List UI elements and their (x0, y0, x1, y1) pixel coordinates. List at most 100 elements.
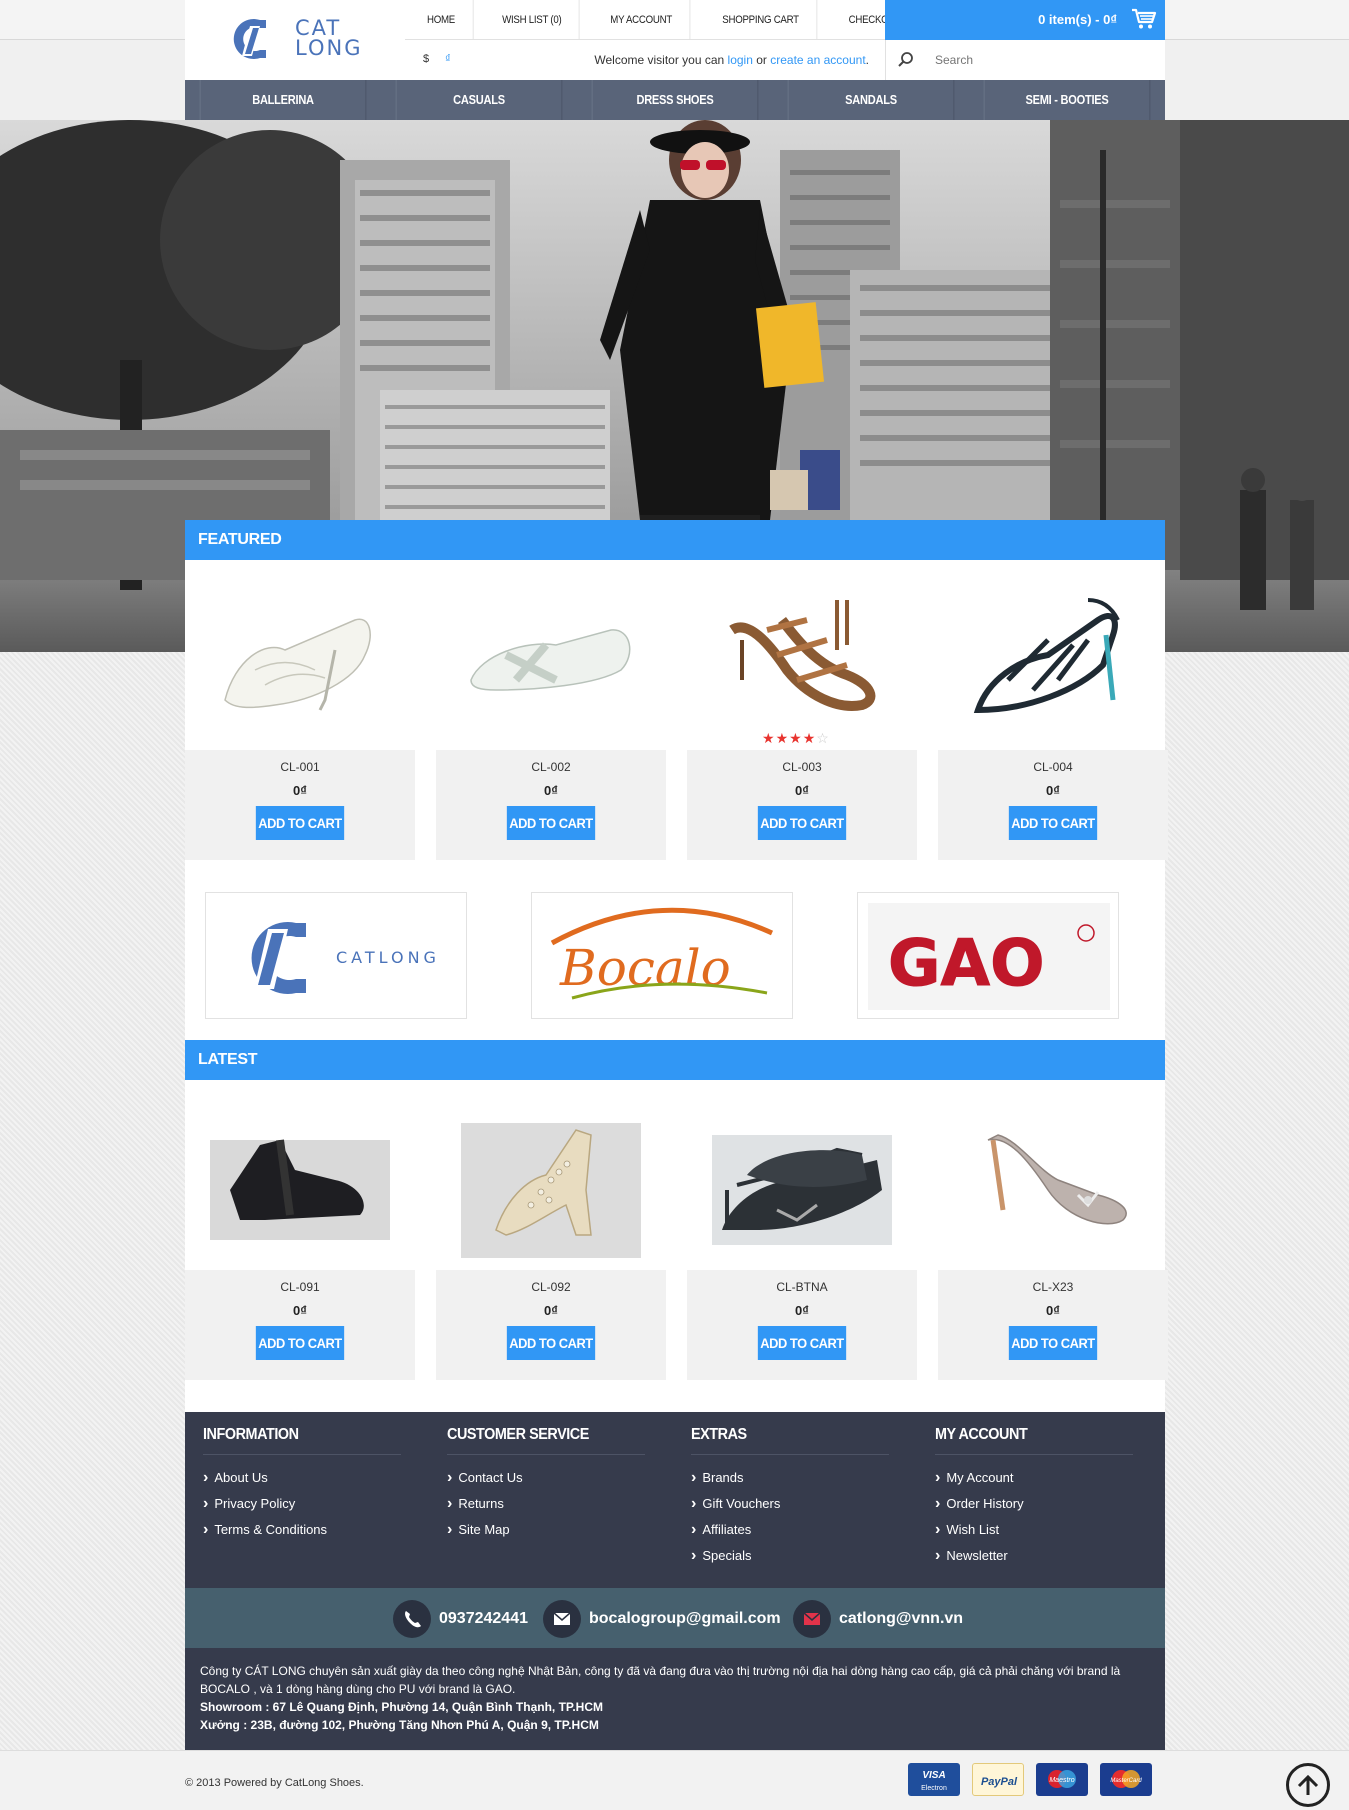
search-button[interactable] (885, 40, 925, 80)
footer-link-privacy-policy[interactable]: Privacy Policy (203, 1491, 423, 1517)
footer-column-information: INFORMATION About Us Privacy Policy Term… (203, 1426, 423, 1543)
scroll-to-top-icon[interactable] (1286, 1763, 1330, 1807)
nav-my-account[interactable]: MY ACCOUNT (593, 0, 691, 40)
logo-line2: LONG (295, 36, 363, 60)
footer-column-customer-service: CUSTOMER SERVICE Contact Us Returns Site… (447, 1426, 667, 1543)
product-image[interactable] (938, 1080, 1168, 1260)
product-image[interactable] (185, 560, 415, 740)
product-image[interactable] (436, 560, 666, 740)
footer-column-extras: EXTRAS Brands Gift Vouchers Affiliates S… (691, 1426, 911, 1569)
product-name[interactable]: CL-004 (938, 760, 1168, 774)
product-image[interactable] (185, 1080, 415, 1260)
add-to-cart-button[interactable]: ADD TO CART (757, 1326, 847, 1360)
star-empty-icon: ☆ (816, 730, 830, 746)
currency-usd[interactable]: $ (423, 53, 429, 65)
email-address: catlong@vnn.vn (839, 1610, 964, 1628)
footer-heading: CUSTOMER SERVICE (447, 1426, 645, 1455)
footer-link-wish-list[interactable]: Wish List (935, 1517, 1155, 1543)
svg-text:MasterCard: MasterCard (1110, 1778, 1142, 1784)
product-name[interactable]: CL-002 (436, 760, 666, 774)
bottom-bar: © 2013 Powered by CatLong Shoes. VISA Ele… (0, 1750, 1349, 1810)
footer-column-my-account: MY ACCOUNT My Account Order History Wish… (935, 1426, 1155, 1569)
add-to-cart-button[interactable]: ADD TO CART (506, 1326, 596, 1360)
header-utility-row: $ ₫ Welcome visitor you can login or cre… (405, 40, 885, 80)
brand-name: CATLONG (336, 948, 440, 967)
currency-vnd[interactable]: ₫ (445, 53, 451, 65)
footer-link-site-map[interactable]: Site Map (447, 1517, 667, 1543)
footer-link-contact-us[interactable]: Contact Us (447, 1465, 667, 1491)
footer-link-specials[interactable]: Specials (691, 1543, 911, 1569)
welcome-message: Welcome visitor you can login or create … (594, 53, 869, 67)
brand-logo-catlong[interactable]: CATLONG (205, 892, 467, 1019)
category-sandals[interactable]: SANDALS (787, 80, 955, 120)
cart-summary-button[interactable]: 0 item(s) - 0₫ (885, 0, 1165, 40)
login-link[interactable]: login (728, 53, 753, 67)
copyright: © 2013 Powered by CatLong Shoes. (185, 1777, 364, 1789)
product-name[interactable]: CL-092 (436, 1280, 666, 1294)
footer-link-newsletter[interactable]: Newsletter (935, 1543, 1155, 1569)
rating-stars: ★★★★☆ (762, 730, 830, 747)
product-name[interactable]: CL-003 (687, 760, 917, 774)
svg-text:Electron: Electron (921, 1785, 947, 1792)
product-price: 0₫ (1046, 1303, 1060, 1318)
add-to-cart-button[interactable]: ADD TO CART (1008, 806, 1098, 840)
footer-link-about-us[interactable]: About Us (203, 1465, 423, 1491)
star-icon: ★ (775, 730, 790, 746)
add-to-cart-button[interactable]: ADD TO CART (255, 1326, 345, 1360)
contact-email-catlong[interactable]: catlong@vnn.vn (793, 1600, 963, 1638)
product-price: 0₫ (293, 1303, 307, 1318)
logo[interactable]: CAT LONG (185, 0, 405, 80)
brand-logo-bocalo[interactable]: Bocalo (531, 892, 793, 1019)
product-name[interactable]: CL-BTNA (687, 1280, 917, 1294)
category-nav: BALLERINA CASUALS DRESS SHOES SANDALS SE… (185, 80, 1165, 120)
footer-link-order-history[interactable]: Order History (935, 1491, 1155, 1517)
brand-logo-gao[interactable]: GAO (857, 892, 1119, 1019)
product-image[interactable] (938, 560, 1168, 740)
create-account-link[interactable]: create an account (770, 53, 865, 67)
email-address: bocalogroup@gmail.com (589, 1610, 781, 1628)
footer-link-my-account[interactable]: My Account (935, 1465, 1155, 1491)
product-image[interactable] (687, 1080, 917, 1260)
product-price: 0₫ (544, 1303, 558, 1318)
product-price: 0₫ (795, 1303, 809, 1318)
brands-section: CATLONG Bocalo GAO (185, 880, 1165, 1040)
add-to-cart-button[interactable]: ADD TO CART (1008, 1326, 1098, 1360)
nav-wish-list[interactable]: WISH LIST (0) (484, 0, 580, 40)
category-ballerina[interactable]: BALLERINA (199, 80, 367, 120)
about-text: Công ty CÁT LONG chuyên sản xuất giày da… (200, 1664, 1121, 1696)
product-info: CL-004 0₫ ADD TO CART (938, 750, 1168, 860)
mastercard-icon: MasterCard (1100, 1763, 1152, 1796)
product-name[interactable]: CL-091 (185, 1280, 415, 1294)
search-input[interactable] (925, 40, 1165, 80)
logo-mark-icon (233, 19, 266, 59)
product-price: 0₫ (293, 783, 307, 798)
footer-link-returns[interactable]: Returns (447, 1491, 667, 1517)
factory-address: Xưởng : 23B, đường 102, Phường Tăng Nhơn… (200, 1718, 599, 1732)
footer-heading: MY ACCOUNT (935, 1426, 1133, 1455)
nav-shopping-cart[interactable]: SHOPPING CART (705, 0, 818, 40)
product-image[interactable] (436, 1080, 666, 1260)
footer-links: INFORMATION About Us Privacy Policy Term… (185, 1412, 1165, 1588)
product-image[interactable] (687, 560, 917, 740)
brand-name: GAO (888, 927, 1044, 1001)
phone-icon (393, 1600, 431, 1638)
add-to-cart-button[interactable]: ADD TO CART (757, 806, 847, 840)
product-name[interactable]: CL-X23 (938, 1280, 1168, 1294)
footer-link-gift-vouchers[interactable]: Gift Vouchers (691, 1491, 911, 1517)
category-semi-booties[interactable]: SEMI - BOOTIES (983, 80, 1151, 120)
category-dress-shoes[interactable]: DRESS SHOES (591, 80, 759, 120)
footer-link-brands[interactable]: Brands (691, 1465, 911, 1491)
product-info: CL-092 0₫ ADD TO CART (436, 1270, 666, 1380)
svg-text:Maestro: Maestro (1049, 1777, 1074, 1784)
contact-email-bocalo[interactable]: bocalogroup@gmail.com (543, 1600, 781, 1638)
footer-link-affiliates[interactable]: Affiliates (691, 1517, 911, 1543)
product-name[interactable]: CL-001 (185, 760, 415, 774)
contact-phone[interactable]: 0937242441 (393, 1600, 528, 1638)
add-to-cart-button[interactable]: ADD TO CART (506, 806, 596, 840)
search-icon (898, 52, 913, 67)
nav-home[interactable]: HOME (409, 0, 474, 40)
footer-link-terms[interactable]: Terms & Conditions (203, 1517, 423, 1543)
category-casuals[interactable]: CASUALS (395, 80, 563, 120)
star-icon: ★ (802, 730, 817, 746)
add-to-cart-button[interactable]: ADD TO CART (255, 806, 345, 840)
